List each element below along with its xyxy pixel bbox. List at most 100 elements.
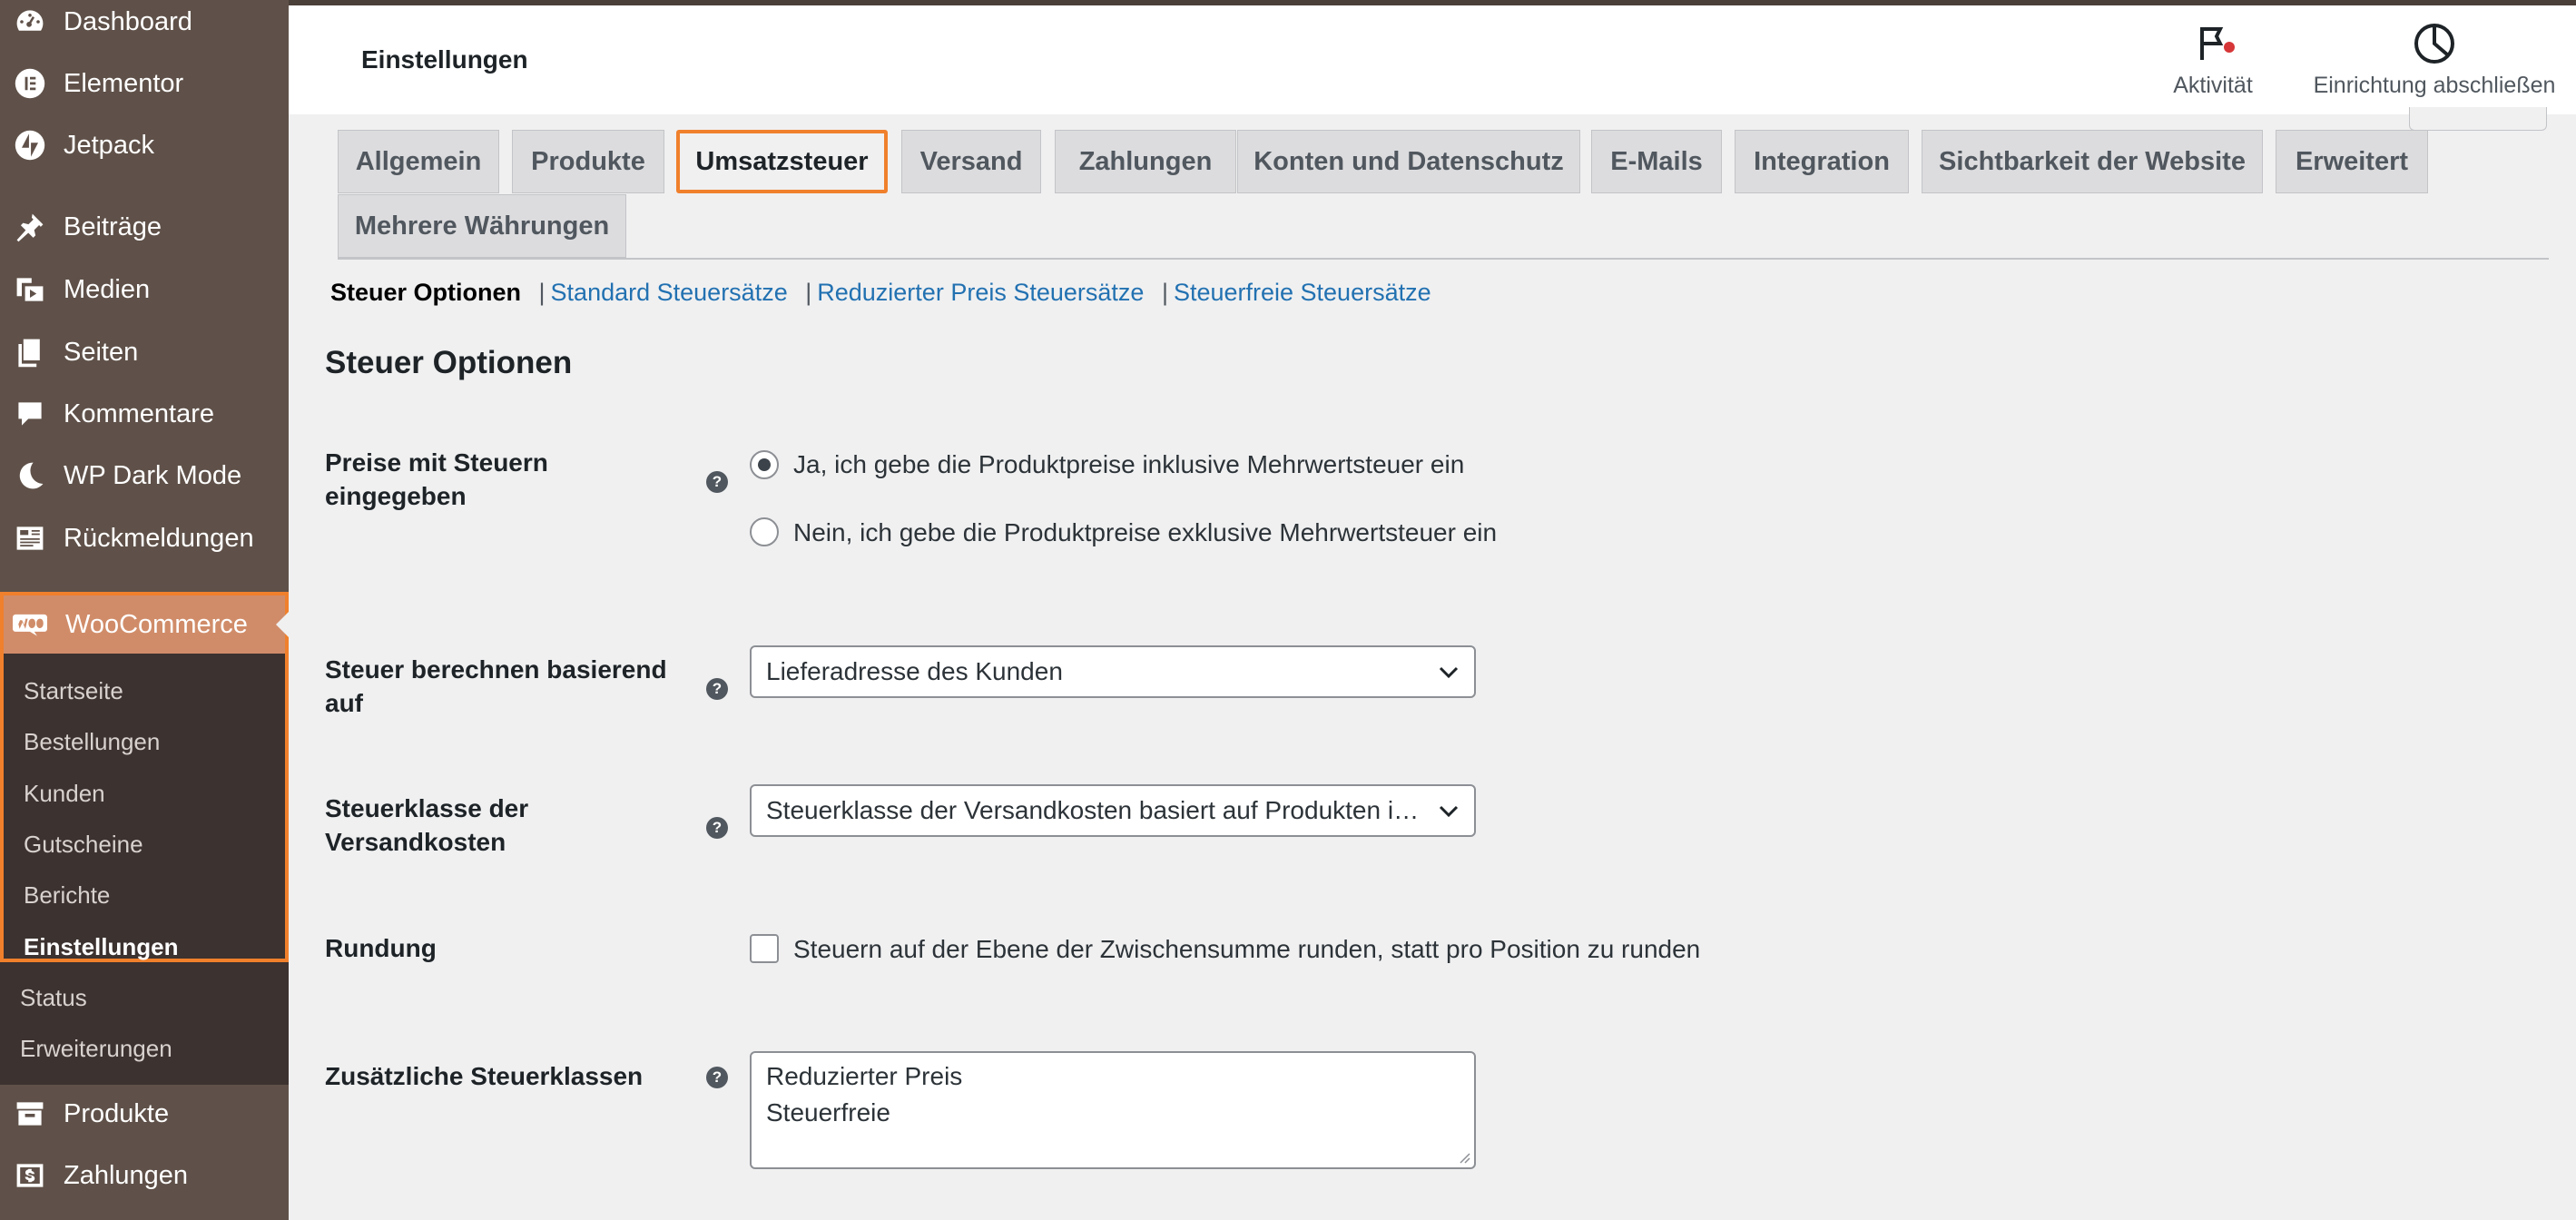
help-icon[interactable]: ? bbox=[706, 678, 728, 700]
shipping-tax-class-select[interactable]: Steuerklasse der Versandkosten basiert a… bbox=[750, 784, 1476, 837]
submenu-item-status[interactable]: Status bbox=[20, 984, 87, 1012]
tab-erweitert[interactable]: Erweitert bbox=[2276, 130, 2428, 193]
menu-item-label: Jetpack bbox=[64, 130, 154, 160]
menu-item-label: WooCommerce bbox=[65, 609, 248, 639]
subsection-current: Steuer Optionen bbox=[330, 279, 522, 306]
elementor-icon bbox=[13, 66, 47, 101]
calculate-based-on-value: Lieferadresse des Kunden bbox=[766, 657, 1063, 685]
help-icon[interactable]: ? bbox=[706, 817, 728, 839]
rounding-checkbox-label[interactable]: Steuern auf der Ebene der Zwischensumme … bbox=[793, 935, 1700, 964]
textarea-line: Reduzierter Preis bbox=[766, 1062, 963, 1090]
submenu-item-erweiterungen[interactable]: Erweiterungen bbox=[20, 1035, 172, 1063]
rounding-label: Rundung bbox=[325, 934, 437, 962]
rounding-checkbox[interactable] bbox=[750, 934, 779, 963]
subsection-link-steuerfrei[interactable]: Steuerfreie Steuersätze bbox=[1174, 279, 1431, 306]
menu-item-produkte[interactable]: Produkte bbox=[0, 1085, 289, 1143]
additional-tax-classes-textarea[interactable]: Reduzierter Preis Steuerfreie bbox=[750, 1051, 1476, 1169]
tab-allgemein[interactable]: Allgemein bbox=[338, 130, 499, 193]
woocommerce-submenu-continued: Status Erweiterungen bbox=[0, 962, 289, 1085]
woocommerce-icon bbox=[13, 608, 49, 641]
current-menu-arrow bbox=[276, 612, 289, 637]
menu-item-beitraege[interactable]: Beiträge bbox=[0, 198, 289, 256]
menu-item-label: Zahlungen bbox=[64, 1160, 189, 1190]
feedback-icon bbox=[13, 521, 47, 556]
tab-versand[interactable]: Versand bbox=[901, 130, 1041, 193]
menu-item-dashboard[interactable]: Dashboard bbox=[0, 0, 289, 51]
finish-setup-label: Einrichtung abschließen bbox=[2313, 73, 2556, 98]
submenu-item-startseite[interactable]: Startseite bbox=[24, 677, 123, 705]
tab-produkte[interactable]: Produkte bbox=[512, 130, 664, 193]
activity-label: Aktivität bbox=[2173, 73, 2253, 98]
screen-options-tab[interactable] bbox=[2409, 107, 2547, 131]
subsection-separator: | bbox=[1161, 279, 1168, 306]
tab-sichtbarkeit-der-website[interactable]: Sichtbarkeit der Website bbox=[1922, 130, 2263, 193]
prices-entered-label: Preise mit Steuern eingegeben bbox=[325, 448, 548, 510]
jetpack-icon bbox=[13, 128, 47, 162]
chevron-down-icon bbox=[1439, 805, 1459, 818]
menu-item-wp-dark-mode[interactable]: WP Dark Mode bbox=[0, 447, 289, 505]
menu-item-label: Seiten bbox=[64, 337, 139, 367]
tab-zahlungen[interactable]: Zahlungen bbox=[1055, 130, 1236, 193]
section-title: Steuer Optionen bbox=[325, 345, 573, 380]
tabs-divider bbox=[338, 258, 2549, 260]
submenu-item-bestellungen[interactable]: Bestellungen bbox=[24, 728, 160, 756]
activity-button[interactable]: Aktivität bbox=[2158, 22, 2267, 99]
menu-item-zahlungen[interactable]: Zahlungen bbox=[0, 1146, 289, 1205]
help-icon[interactable]: ? bbox=[706, 471, 728, 493]
prices-excl-tax-label[interactable]: Nein, ich gebe die Produktpreise exklusi… bbox=[793, 518, 1497, 547]
help-icon[interactable]: ? bbox=[706, 1067, 728, 1088]
subsection-separator: | bbox=[805, 279, 812, 306]
submenu-item-berichte[interactable]: Berichte bbox=[24, 881, 110, 910]
pin-icon bbox=[13, 210, 47, 244]
menu-item-elementor[interactable]: Elementor bbox=[0, 54, 289, 113]
shipping-tax-class-value: Steuerklasse der Versandkosten basiert a… bbox=[766, 796, 1429, 824]
tab-konten-und-datenschutz[interactable]: Konten und Datenschutz bbox=[1237, 130, 1580, 193]
tab-integration[interactable]: Integration bbox=[1735, 130, 1909, 193]
menu-item-label: Elementor bbox=[64, 68, 184, 98]
woocommerce-menu-group: WooCommerce Startseite Bestellungen Kund… bbox=[0, 592, 289, 962]
pages-icon bbox=[13, 335, 47, 369]
page-header: Einstellungen Aktivität Einrichtung absc… bbox=[289, 5, 2576, 114]
admin-sidebar: Dashboard Elementor Jetpack Beiträge Med… bbox=[0, 0, 289, 1220]
menu-item-label: Beiträge bbox=[64, 212, 162, 241]
subsection-link-reduziert[interactable]: Reduzierter Preis Steuersätze bbox=[817, 279, 1144, 306]
payments-icon bbox=[13, 1158, 47, 1193]
calculate-based-on-label: Steuer berechnen basierend auf bbox=[325, 655, 667, 717]
subsection-link-standard[interactable]: Standard Steuersätze bbox=[551, 279, 788, 306]
prices-incl-tax-radio[interactable] bbox=[750, 450, 779, 479]
finish-setup-button[interactable]: Einrichtung abschließen bbox=[2298, 22, 2571, 99]
tab-e-mails[interactable]: E-Mails bbox=[1591, 130, 1722, 193]
textarea-line: Steuerfreie bbox=[766, 1098, 890, 1127]
resize-handle-icon[interactable] bbox=[1458, 1151, 1470, 1164]
media-icon bbox=[13, 272, 47, 307]
menu-item-label: Rückmeldungen bbox=[64, 523, 254, 553]
prices-excl-tax-radio[interactable] bbox=[750, 517, 779, 546]
prices-incl-tax-label[interactable]: Ja, ich gebe die Produktpreise inklusive… bbox=[793, 450, 1464, 479]
tab-mehrere-waehrungen[interactable]: Mehrere Währungen bbox=[338, 194, 626, 258]
menu-item-label: Dashboard bbox=[64, 6, 192, 36]
submenu-item-kunden[interactable]: Kunden bbox=[24, 780, 105, 808]
page-title: Einstellungen bbox=[361, 45, 528, 74]
menu-item-seiten[interactable]: Seiten bbox=[0, 323, 289, 381]
menu-item-rueckmeldungen[interactable]: Rückmeldungen bbox=[0, 509, 289, 567]
archive-icon bbox=[13, 1097, 47, 1131]
calculate-based-on-select[interactable]: Lieferadresse des Kunden bbox=[750, 645, 1476, 698]
submenu-item-gutscheine[interactable]: Gutscheine bbox=[24, 831, 143, 859]
menu-item-label: Kommentare bbox=[64, 398, 215, 428]
dashboard-icon bbox=[13, 5, 47, 39]
submenu-item-einstellungen[interactable]: Einstellungen bbox=[24, 933, 178, 961]
menu-item-label: Medien bbox=[64, 274, 151, 304]
tab-umsatzsteuer[interactable]: Umsatzsteuer bbox=[676, 130, 888, 193]
notification-dot bbox=[2224, 42, 2235, 53]
menu-item-medien[interactable]: Medien bbox=[0, 261, 289, 319]
additional-tax-classes-label: Zusätzliche Steuerklassen bbox=[325, 1062, 644, 1090]
subsection-separator: | bbox=[538, 279, 546, 306]
comment-icon bbox=[13, 397, 47, 431]
menu-item-kommentare[interactable]: Kommentare bbox=[0, 385, 289, 443]
menu-item-label: WP Dark Mode bbox=[64, 460, 242, 490]
menu-item-woocommerce[interactable]: WooCommerce bbox=[4, 595, 289, 654]
menu-item-label: Produkte bbox=[64, 1098, 170, 1128]
subsection-links: Steuer Optionen | Standard Steuersätze | R… bbox=[330, 279, 1431, 307]
menu-item-jetpack[interactable]: Jetpack bbox=[0, 116, 289, 174]
progress-circle-icon bbox=[2414, 24, 2454, 64]
